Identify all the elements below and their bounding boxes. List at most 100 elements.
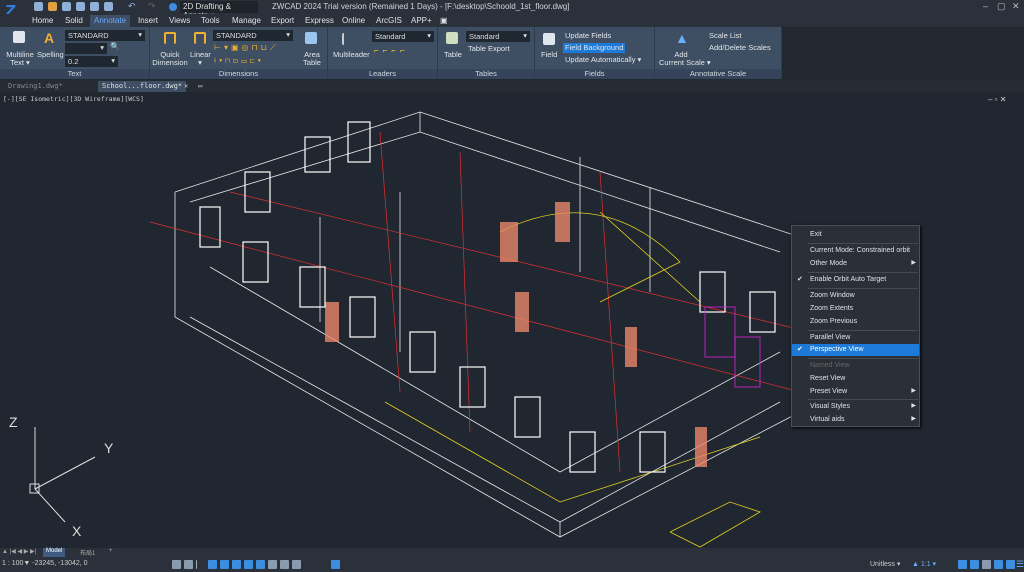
field-background-button[interactable]: Field Background — [563, 43, 626, 53]
menu-item-orbit-auto-target[interactable]: ✔ Enable Orbit Auto Target — [792, 274, 919, 286]
doc-tab-close-icon[interactable]: ✕ — [180, 81, 192, 92]
workspace-icon[interactable] — [982, 560, 991, 569]
tab-arcgis[interactable]: ArcGIS — [372, 15, 406, 27]
auto-scale-icon[interactable] — [970, 560, 979, 569]
panel-label-dimensions: Dimensions — [150, 69, 327, 79]
leader-style-select[interactable]: Standard — [372, 31, 434, 42]
doc-tab-school[interactable]: School...floor.dwg* — [98, 81, 187, 92]
tab-home[interactable]: Home — [28, 15, 57, 27]
snap-toggle[interactable] — [184, 560, 193, 569]
text-search-input[interactable] — [65, 43, 107, 54]
multileader-button[interactable]: Multileader — [333, 51, 370, 59]
doc-tab-drawing1[interactable]: Drawing1.dwg* — [4, 81, 67, 92]
ribbon-toggle-icon[interactable]: ▣ — [436, 15, 452, 27]
layout-nav-arrows[interactable]: ▲ |◀ ◀ ▶ ▶| — [2, 548, 36, 555]
tab-insert[interactable]: Insert — [134, 15, 162, 27]
layout-tab-layout1[interactable]: 布局1 — [80, 548, 95, 557]
menu-item-reset-view[interactable]: Reset View — [792, 373, 919, 385]
add-current-scale-button[interactable]: Add Current Scale ▾ — [659, 51, 711, 67]
quick-dimension-button[interactable]: Quick Dimension — [152, 51, 188, 67]
new-icon[interactable] — [34, 2, 43, 11]
menu-item-zoom-extents[interactable]: Zoom Extents — [792, 303, 919, 315]
menu-item-perspective-view[interactable]: ✔ Perspective View — [792, 344, 919, 356]
update-fields-button[interactable]: Update Fields — [565, 32, 611, 40]
ribbon: MultilineText ▾ A Spelling STANDARD 🔍 0.… — [0, 27, 782, 79]
dimension-tools-row1[interactable]: ⊢▾▣◎⊓⊔⟋ — [214, 43, 279, 53]
tab-solid[interactable]: Solid — [61, 15, 87, 27]
menu-item-preset-view[interactable]: Preset View ▶ — [792, 386, 919, 398]
viewport-window-controls[interactable]: – ▫ ✕ — [988, 95, 1006, 104]
layout-tab-model[interactable]: Model — [43, 548, 66, 557]
undo-icon[interactable]: ↶ — [128, 1, 136, 12]
new-tab-icon[interactable]: ▭ — [194, 81, 206, 92]
area-table-button[interactable]: Area Table — [300, 51, 324, 67]
selection-cycling-toggle[interactable] — [292, 560, 301, 569]
menu-icon[interactable]: ☰ — [1016, 559, 1024, 570]
tab-tools[interactable]: Tools — [197, 15, 224, 27]
table-style-select[interactable]: Standard — [466, 31, 530, 42]
text-style-select[interactable]: STANDARD — [65, 30, 145, 41]
fullscreen-icon[interactable] — [1006, 560, 1015, 569]
transparency-toggle[interactable] — [280, 560, 289, 569]
workspace-select[interactable]: 2D Drafting & Annota ▾ — [180, 1, 258, 20]
add-delete-scales-button[interactable]: Add/Delete Scales — [709, 44, 771, 52]
close-icon[interactable]: ✕ — [1012, 1, 1020, 12]
annotation-scale-select[interactable]: ▲ 1:1 ▾ — [912, 560, 936, 568]
menu-item-exit[interactable]: Exit — [792, 229, 919, 241]
menu-item-zoom-window[interactable]: Zoom Window — [792, 290, 919, 302]
annotation-toggle[interactable] — [331, 560, 340, 569]
table-button[interactable]: Table — [444, 51, 462, 59]
print-icon[interactable] — [104, 2, 113, 11]
minimize-icon[interactable]: – — [983, 1, 988, 11]
linear-button[interactable]: Linear ▾ — [190, 51, 211, 67]
text-height-select[interactable]: 0.2 — [65, 56, 118, 67]
tab-export[interactable]: Export — [267, 15, 298, 27]
lineweight-toggle[interactable] — [268, 560, 277, 569]
dimension-tools-row2[interactable]: ⟊▾⊓⊡▭⊏▾ — [214, 56, 264, 66]
tab-annotate[interactable]: Annotate — [90, 15, 131, 27]
multiline-text-button[interactable]: Multiline Text ▾ — [2, 51, 38, 67]
osnap-toggle[interactable] — [220, 560, 229, 569]
update-automatically-button[interactable]: Update Automatically ▾ — [565, 56, 641, 64]
open-icon[interactable] — [48, 2, 57, 11]
publish-icon[interactable] — [90, 2, 99, 11]
scale-list-button[interactable]: Scale List — [709, 32, 742, 40]
menu-item-zoom-previous[interactable]: Zoom Previous — [792, 316, 919, 328]
globe-icon[interactable] — [169, 3, 177, 11]
gridlines — [149, 131, 811, 473]
menu-item-other-mode[interactable]: Other Mode ▶ — [792, 258, 919, 270]
field-button[interactable]: Field — [541, 51, 557, 59]
redo-icon[interactable]: ↷ — [148, 1, 156, 12]
gear-icon[interactable] — [994, 560, 1003, 569]
save-icon[interactable] — [62, 2, 71, 11]
tab-manage[interactable]: Manage — [228, 15, 265, 27]
leader-tools[interactable]: ⌐⌐⌐⌐ — [374, 46, 409, 55]
tab-views[interactable]: Views — [165, 15, 194, 27]
dimension-style-select[interactable]: STANDARD — [213, 30, 293, 41]
table-export-button[interactable]: Table Export — [468, 45, 510, 53]
dyn-toggle[interactable] — [256, 560, 265, 569]
maximize-icon[interactable]: ▢ — [997, 1, 1006, 12]
grid-toggle[interactable] — [172, 560, 181, 569]
viewport-label[interactable]: [-][SE Isometric][3D Wireframe][WCS] — [3, 95, 144, 103]
panel-text: MultilineText ▾ A Spelling STANDARD 🔍 0.… — [0, 27, 150, 79]
polar-toggle[interactable] — [208, 560, 217, 569]
quick-dimension-icon — [164, 32, 176, 44]
tab-express[interactable]: Express — [301, 15, 338, 27]
save-as-icon[interactable] — [76, 2, 85, 11]
tab-online[interactable]: Online — [338, 15, 369, 27]
add-layout-button[interactable]: + — [109, 548, 113, 554]
menu-item-parallel-view[interactable]: Parallel View — [792, 332, 919, 344]
ortho-toggle[interactable] — [196, 560, 205, 569]
tab-app-plus[interactable]: APP+ — [407, 15, 436, 27]
menu-item-current-mode[interactable]: Current Mode: Constrained orbit — [792, 245, 919, 257]
otrack-toggle[interactable] — [232, 560, 241, 569]
select-icon[interactable] — [116, 2, 125, 11]
annotation-visibility-icon[interactable] — [958, 560, 967, 569]
menu-item-visual-styles[interactable]: Visual Styles ▶ — [792, 401, 919, 413]
spelling-button[interactable]: Spelling — [37, 51, 64, 59]
units-select[interactable]: Unitless ▾ — [870, 560, 900, 568]
search-icon[interactable]: 🔍 — [110, 42, 120, 51]
ducs-toggle[interactable] — [244, 560, 253, 569]
menu-item-virtual-aids[interactable]: Virtual aids ▶ — [792, 414, 919, 426]
